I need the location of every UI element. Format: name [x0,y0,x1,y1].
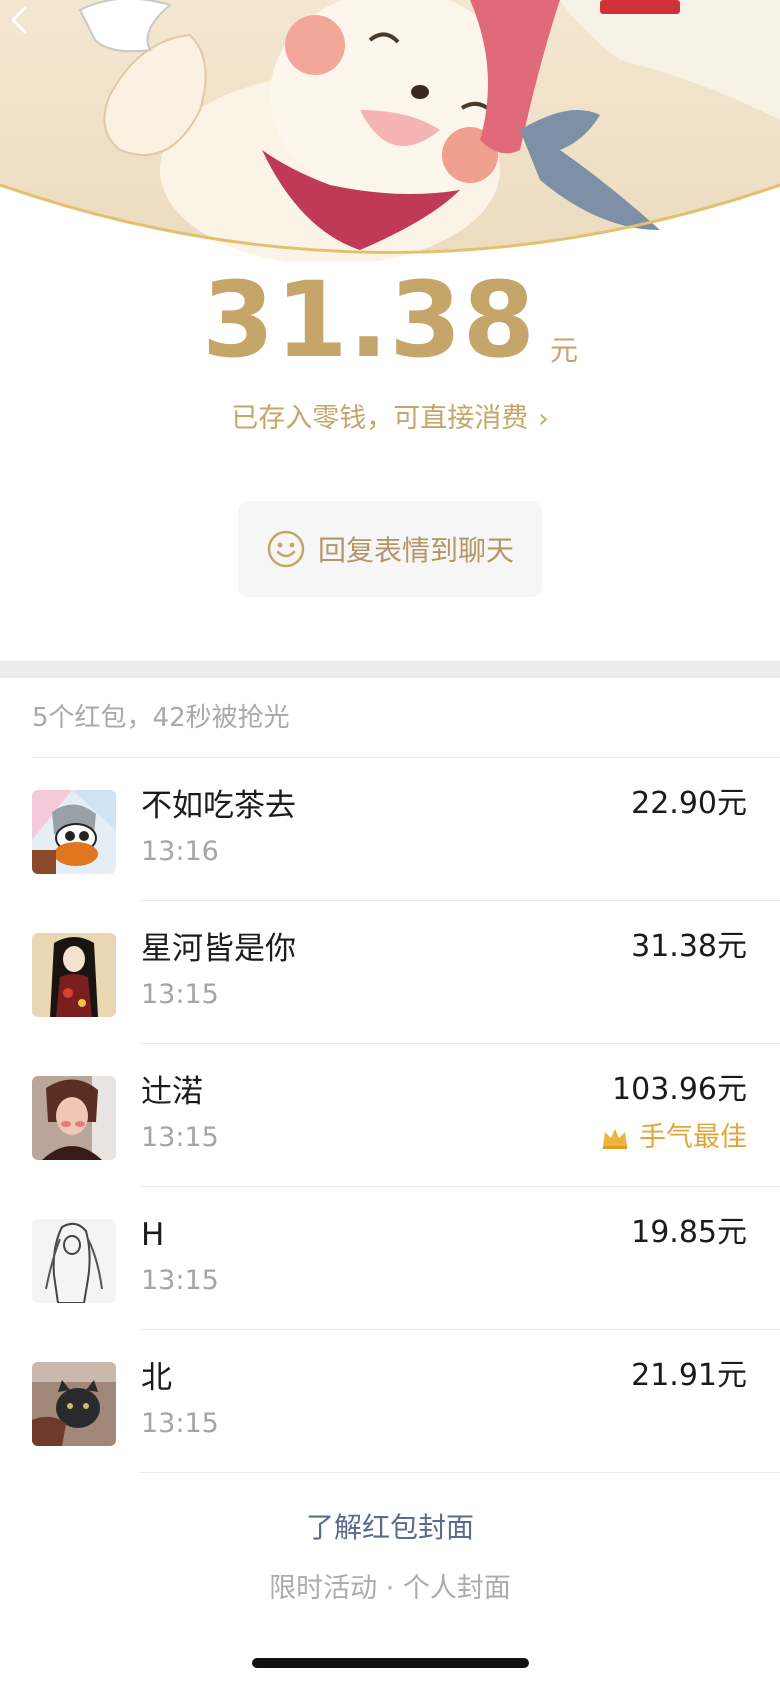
recipient-time: 13:15 [141,979,219,1010]
red-packet-summary: 5个红包，42秒被抢光 [32,703,290,733]
recipient-name: 星河皆是你 [141,931,296,967]
received-amount-row: 31.38 元 [0,265,780,375]
recipient-amount: 103.96元 [612,1072,747,1107]
recipient-row[interactable]: H 13:15 19.85元 [0,1187,780,1330]
recipient-row[interactable]: 星河皆是你 13:15 31.38元 [0,901,780,1044]
best-luck-badge: 手气最佳 [601,1118,747,1158]
avatar[interactable] [32,1076,116,1160]
recipient-amount: 19.85元 [631,1215,747,1250]
learn-cover-link[interactable]: 了解红包封面 [0,1508,780,1548]
recipient-row[interactable]: 北 13:15 21.91元 [0,1330,780,1473]
recipient-name: 北 [141,1360,172,1396]
recipient-name: H [141,1217,165,1253]
received-amount: 31.38 [202,259,536,381]
best-luck-label: 手气最佳 [639,1122,747,1153]
avatar[interactable] [32,933,116,1017]
crown-icon [603,1129,627,1149]
cover-image [0,0,780,262]
recipient-amount: 31.38元 [631,929,747,964]
recipient-name: 辻渃 [141,1074,203,1110]
smile-icon [267,530,305,568]
saved-to-balance-link[interactable]: 已存入零钱，可直接消费 › [0,399,780,439]
avatar[interactable] [32,1362,116,1446]
avatar[interactable] [32,1219,116,1303]
recipient-name: 不如吃茶去 [141,788,296,824]
avatar[interactable] [32,790,116,874]
recipient-row[interactable]: 不如吃茶去 13:16 22.90元 [0,758,780,901]
recipient-time: 13:15 [141,1122,219,1153]
recipient-time: 13:15 [141,1265,219,1296]
saved-to-balance-text: 已存入零钱，可直接消费 [231,403,529,434]
promo-text[interactable]: 限时活动 · 个人封面 [0,1569,780,1609]
section-divider [0,661,780,678]
back-chevron-icon[interactable] [0,0,40,40]
recipient-row[interactable]: 辻渃 13:15 103.96元 手气最佳 [0,1044,780,1187]
reply-sticker-button[interactable]: 回复表情到聊天 [238,501,542,597]
recipient-amount: 22.90元 [631,786,747,821]
divider [139,1472,780,1473]
amount-unit: 元 [549,334,578,367]
chevron-right-icon: › [538,404,549,434]
recipient-time: 13:16 [141,836,219,867]
recipient-amount: 21.91元 [631,1358,747,1393]
reply-sticker-label: 回复表情到聊天 [317,534,514,567]
recipient-list: 不如吃茶去 13:16 22.90元 星河皆是你 13:15 31.38元 辻渃… [0,758,780,1473]
home-indicator[interactable] [252,1658,529,1668]
recipient-time: 13:15 [141,1408,219,1439]
